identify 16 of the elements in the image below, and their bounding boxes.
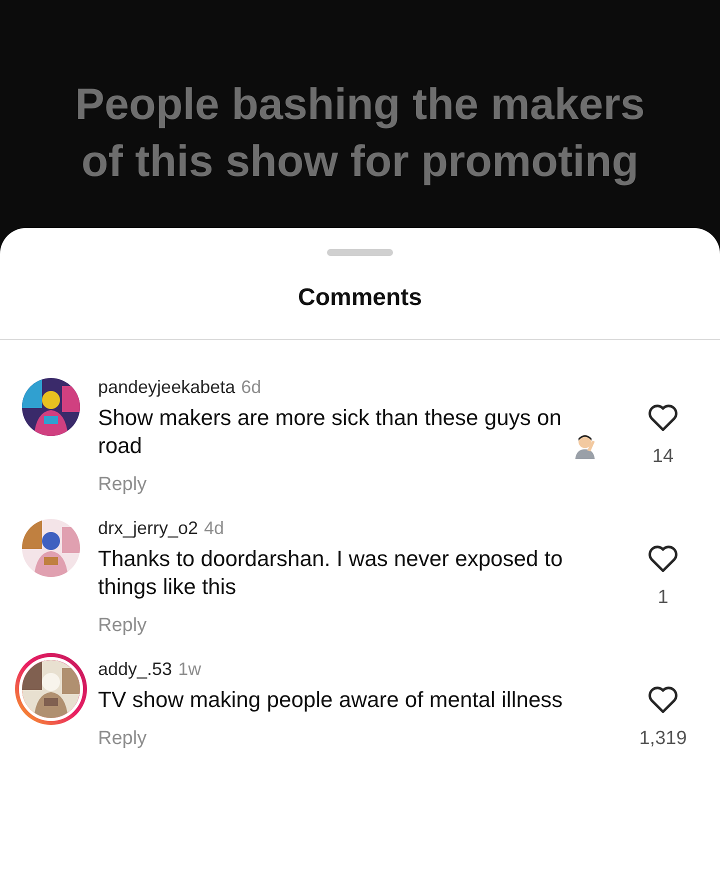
post-caption: People bashing the makers [75,79,645,131]
like-count: 1,319 [639,728,687,750]
comment-time: 1w [178,659,202,679]
like-count: 14 [652,446,674,468]
sheet-title: Comments [296,283,424,313]
drag-handle[interactable] [327,249,393,256]
post-caption: of this show for promoting [81,136,639,188]
comment-text: TV show making people aware of mental illness [98,686,563,714]
username[interactable]: addy_.53 [98,659,172,679]
comment-time: 6d [241,377,262,397]
username[interactable]: drx_jerry_o2 [98,518,198,538]
comment-text: Thanks to doordarshan. I was never exposed to things like this [98,545,564,601]
comment-time: 4d [204,518,224,538]
like-count: 1 [658,587,668,609]
username[interactable]: pandeyjeekabeta [98,377,236,397]
comment-text: Show makers are more sick than these guys on road [98,404,562,460]
